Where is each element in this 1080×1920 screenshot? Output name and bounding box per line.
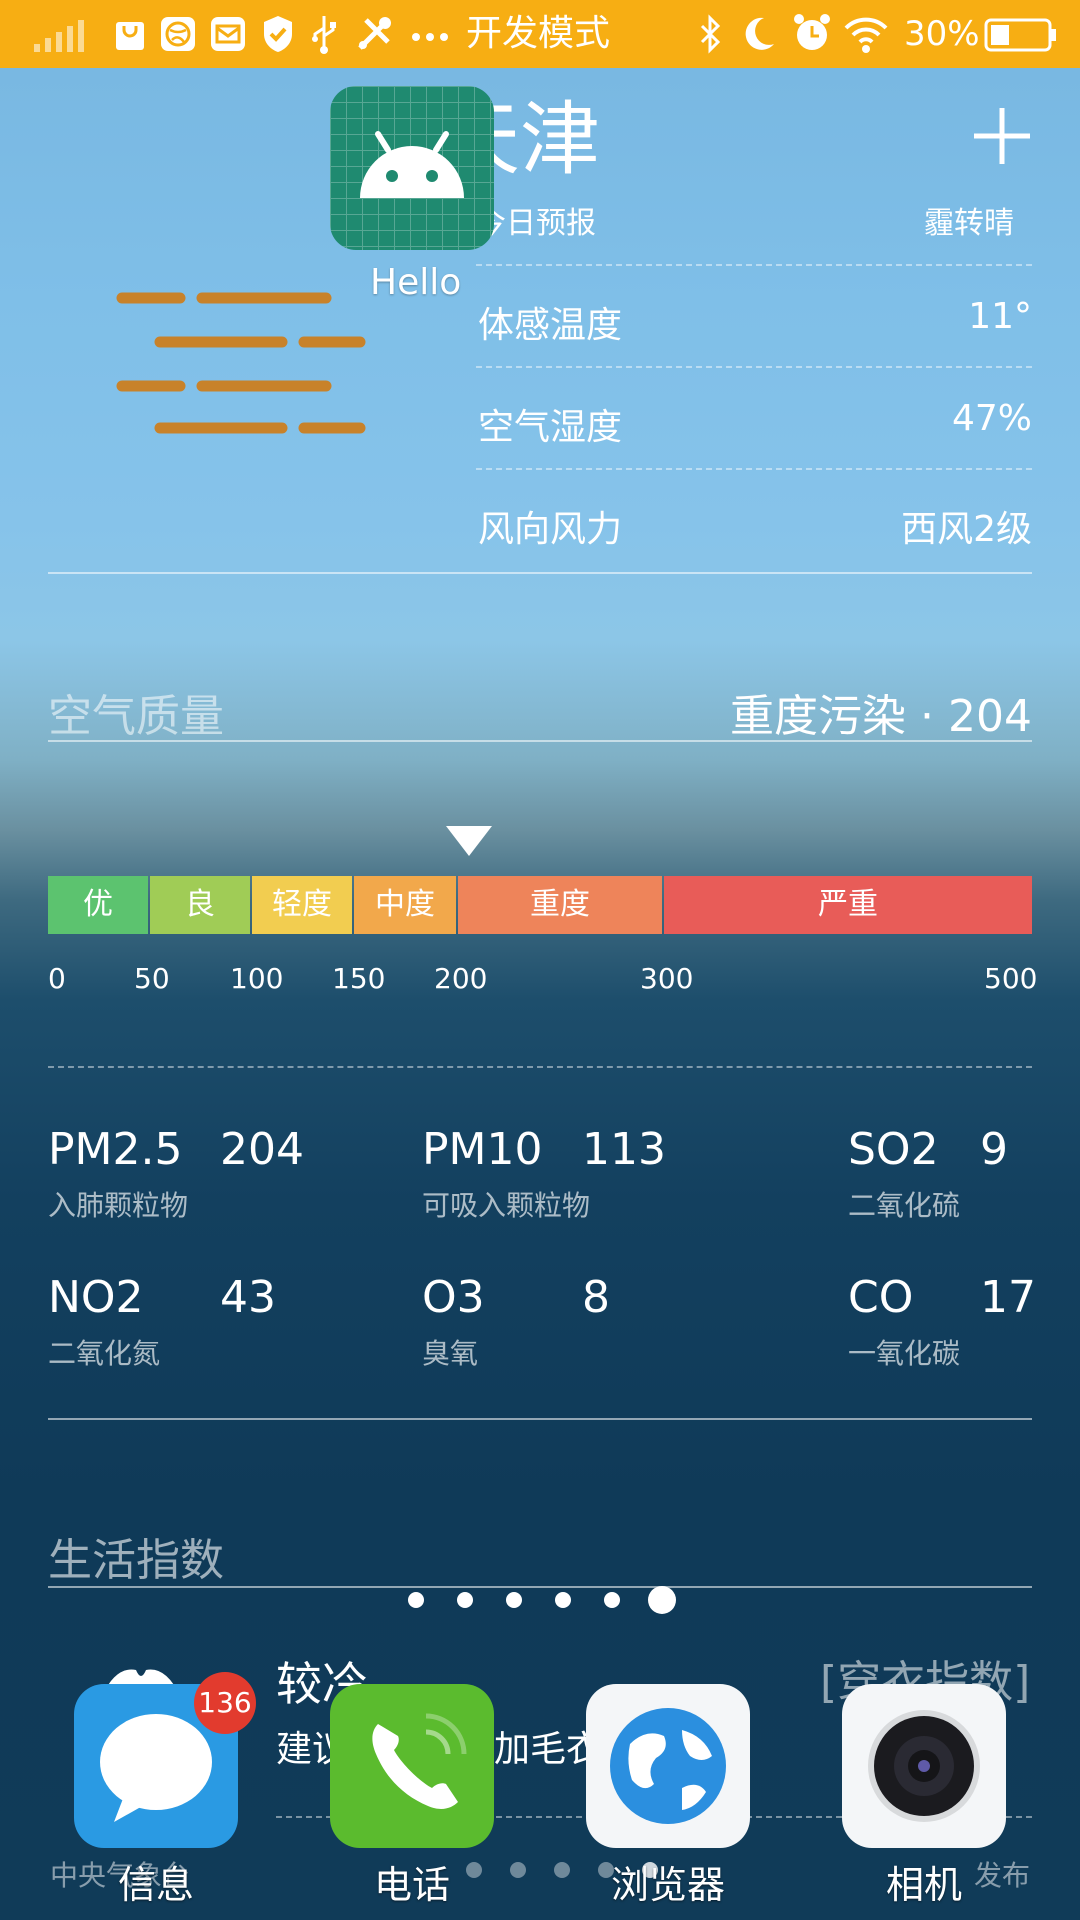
pollutant-name: PM2.5	[48, 1124, 183, 1175]
section-divider	[48, 1418, 1032, 1420]
pollutant-value: 17	[980, 1272, 1036, 1323]
aqi-tick: 150	[332, 962, 386, 995]
detail-label-wind: 风向风力	[478, 509, 623, 550]
section-divider	[48, 572, 1032, 574]
divider	[476, 264, 1032, 266]
aqi-tick: 0	[48, 962, 66, 995]
bag-icon	[114, 16, 146, 52]
aqi-tick: 300	[640, 962, 694, 995]
status-bar: 开发模式 30%	[0, 0, 1080, 68]
detail-value-humidity: 47%	[951, 398, 1032, 439]
alarm-icon	[792, 12, 832, 54]
aqi-marker-icon	[446, 826, 492, 858]
wallpaper-background	[0, 0, 1080, 1920]
aqi-segment-light: 轻度	[252, 876, 352, 934]
pollutant-value: 204	[220, 1124, 304, 1175]
pollutant-name: NO2	[48, 1272, 144, 1323]
weather-condition: 霾转晴	[924, 206, 1014, 241]
moon-icon	[742, 14, 778, 54]
pollutant-name: O3	[422, 1272, 485, 1323]
battery-percent: 30%	[904, 14, 980, 54]
pollutant-name: SO2	[848, 1124, 939, 1175]
aqi-segment-excellent: 优	[48, 876, 148, 934]
aqi-tick: 200	[434, 962, 488, 995]
message-badge-count: 136	[198, 1686, 252, 1719]
section-divider	[48, 1586, 1032, 1588]
messages-app-label[interactable]: 信息	[46, 1854, 266, 1909]
detail-value-wind: 西风2级	[901, 509, 1032, 550]
wifi-icon	[842, 14, 890, 54]
more-icon	[410, 28, 450, 41]
air-quality-title: 空气质量	[48, 691, 224, 742]
pollutant-desc: 二氧化氮	[48, 1337, 161, 1370]
pollutant-name: PM10	[422, 1124, 543, 1175]
pollutant-desc: 入肺颗粒物	[48, 1189, 189, 1222]
browser-app-label[interactable]: 浏览器	[558, 1854, 778, 1909]
haze-weather-icon	[116, 290, 368, 440]
aqi-tick: 50	[134, 962, 170, 995]
add-city-icon[interactable]	[972, 106, 1032, 166]
aqi-tick: 500	[984, 962, 1038, 995]
page-dot[interactable]	[506, 1592, 522, 1608]
browser-app-icon[interactable]	[586, 1684, 750, 1848]
aqi-segment-good: 良	[150, 876, 250, 934]
pollutant-value: 9	[980, 1124, 1008, 1175]
signal-icon	[32, 20, 92, 52]
detail-label-humidity: 空气湿度	[478, 407, 623, 448]
message-badge: 136	[194, 1672, 256, 1734]
pollutant-value: 8	[582, 1272, 610, 1323]
phone-app-label[interactable]: 电话	[302, 1854, 522, 1909]
pollutant-desc: 可吸入颗粒物	[422, 1189, 591, 1222]
battery-icon	[984, 18, 1058, 52]
page-dot[interactable]	[457, 1592, 473, 1608]
pollutant-name: CO	[848, 1272, 914, 1323]
aqi-segment-moderate: 中度	[354, 876, 456, 934]
section-divider	[48, 740, 1032, 742]
developer-mode-text: 开发模式	[466, 13, 611, 54]
tools-icon	[354, 14, 394, 54]
detail-label-feels-like: 体感温度	[478, 305, 623, 346]
hello-app-label[interactable]: Hello	[370, 262, 461, 303]
usb-icon	[308, 14, 340, 54]
mail-icon	[210, 16, 246, 52]
pollutant-value: 43	[220, 1272, 276, 1323]
page-dot[interactable]	[604, 1592, 620, 1608]
page-dot[interactable]	[408, 1592, 424, 1608]
bluetooth-icon	[696, 14, 724, 54]
pollutant-value: 113	[582, 1124, 666, 1175]
life-index-title: 生活指数	[48, 1535, 224, 1586]
divider	[476, 468, 1032, 470]
globe-icon	[160, 16, 196, 52]
air-quality-summary: 重度污染 · 204	[730, 691, 1032, 742]
phone-app-icon[interactable]	[330, 1684, 494, 1848]
shield-icon	[262, 14, 294, 54]
aqi-tick: 100	[230, 962, 284, 995]
divider	[48, 1066, 1032, 1068]
pollutant-desc: 二氧化硫	[848, 1189, 961, 1222]
page-dot-active[interactable]	[648, 1586, 676, 1614]
pollutant-desc: 一氧化碳	[848, 1337, 961, 1370]
forecast-label: 今日预报	[476, 206, 596, 241]
pollutant-desc: 臭氧	[422, 1337, 479, 1370]
aqi-segment-heavy: 重度	[458, 876, 662, 934]
hello-app-icon[interactable]	[330, 86, 494, 250]
aqi-segment-severe: 严重	[664, 876, 1032, 934]
camera-app-label[interactable]: 相机	[814, 1854, 1034, 1909]
divider	[476, 366, 1032, 368]
page-dot[interactable]	[555, 1592, 571, 1608]
detail-value-feels-like: 11°	[968, 296, 1032, 337]
camera-app-icon[interactable]	[842, 1684, 1006, 1848]
